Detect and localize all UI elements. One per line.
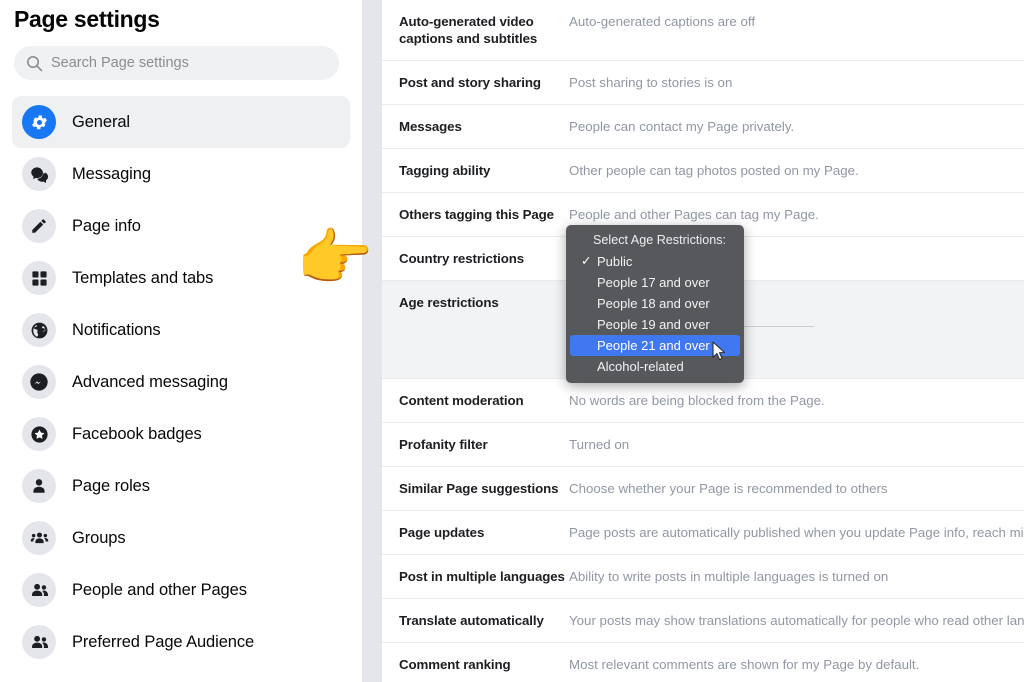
settings-row-label: Profanity filter [399, 437, 488, 452]
pencil-icon [22, 209, 56, 243]
two-people-icon [22, 625, 56, 659]
search-box[interactable] [14, 46, 339, 80]
dropdown-option-label: People 19 and over [597, 317, 710, 332]
settings-row-label: Age restrictions [399, 295, 499, 310]
settings-row-label: Post in multiple languages [399, 569, 565, 584]
sidebar-item-label: Page info [72, 216, 141, 235]
settings-row-label: Page updates [399, 525, 485, 540]
settings-row[interactable]: Post in multiple languages Ability to wri… [382, 555, 1024, 599]
check-icon: ✓ [581, 254, 592, 268]
sidebar-item-label: Advanced messaging [72, 372, 228, 391]
sidebar-item-label: Notifications [72, 320, 161, 339]
gear-icon [22, 105, 56, 139]
settings-row-value: Ability to write posts in multiple langu… [569, 569, 889, 584]
settings-sidebar: Page settings General Messaging Page info T… [0, 0, 362, 682]
dropdown-header: Select Age Restrictions: [593, 233, 726, 247]
messenger-icon [22, 365, 56, 399]
mouse-cursor [712, 341, 728, 368]
settings-row-label: Translate automatically [399, 613, 544, 628]
settings-row-label: Messages [399, 119, 462, 134]
settings-row-value: Auto-generated captions are off [569, 14, 756, 29]
sidebar-item-people-and-other-pages[interactable]: People and other Pages [12, 564, 350, 616]
page-title: Page settings [14, 6, 160, 32]
sidebar-item-facebook-badges[interactable]: Facebook badges [12, 408, 350, 460]
settings-row[interactable]: Messages People can contact my Page priva… [382, 105, 1024, 149]
sidebar-item-templates-and-tabs[interactable]: Templates and tabs [12, 252, 350, 304]
sidebar-nav: General Messaging Page info Templates and t… [0, 96, 362, 668]
settings-row-value: People and other Pages can tag my Page. [569, 207, 819, 222]
settings-row-label: Tagging ability [399, 163, 491, 178]
sidebar-item-label: Facebook badges [72, 424, 202, 443]
sidebar-item-label: Groups [72, 528, 126, 547]
dropdown-option-label: People 21 and over [597, 338, 710, 353]
sidebar-item-notifications[interactable]: Notifications [12, 304, 350, 356]
settings-row-value: Post sharing to stories is on [569, 75, 733, 90]
settings-row-label: Auto-generated video captions and subtit… [399, 14, 538, 46]
dropdown-option-people-17-and-over[interactable]: People 17 and over [570, 272, 740, 293]
sidebar-item-label: Preferred Page Audience [72, 632, 255, 651]
sidebar-item-page-roles[interactable]: Page roles [12, 460, 350, 512]
settings-row-value: Most relevant comments are shown for my … [569, 657, 920, 672]
settings-row[interactable]: Content moderation No words are being blo… [382, 379, 1024, 423]
page-settings-screen: Page settings General Messaging Page info T… [0, 0, 1024, 682]
settings-row[interactable]: Tagging ability Other people can tag phot… [382, 149, 1024, 193]
settings-row-value: People can contact my Page privately. [569, 119, 795, 134]
settings-row[interactable]: Translate automatically Your posts may sh… [382, 599, 1024, 643]
dropdown-option-public[interactable]: ✓ Public [570, 251, 740, 272]
dropdown-option-people-19-and-over[interactable]: People 19 and over [570, 314, 740, 335]
dropdown-option-people-18-and-over[interactable]: People 18 and over [570, 293, 740, 314]
sidebar-item-label: Messaging [72, 164, 151, 183]
search-icon [26, 55, 43, 72]
chat-bubble-icon [22, 157, 56, 191]
settings-row-label: Comment ranking [399, 657, 511, 672]
settings-row-value: No words are being blocked from the Page… [569, 393, 825, 408]
dropdown-option-label: People 18 and over [597, 296, 710, 311]
settings-row-label: Others tagging this Page [399, 207, 554, 222]
settings-row[interactable]: Post and story sharing Post sharing to st… [382, 61, 1024, 105]
settings-row-value: Choose whether your Page is recommended … [569, 481, 888, 496]
badge-star-icon [22, 417, 56, 451]
sidebar-item-advanced-messaging[interactable]: Advanced messaging [12, 356, 350, 408]
dropdown-option-label: People 17 and over [597, 275, 710, 290]
dropdown-option-label: Public [597, 254, 633, 269]
settings-row-value: Other people can tag photos posted on my… [569, 163, 859, 178]
sidebar-item-messaging[interactable]: Messaging [12, 148, 350, 200]
two-people-icon [22, 573, 56, 607]
settings-row-label: Country restrictions [399, 251, 525, 266]
settings-row[interactable]: Comment ranking Most relevant comments ar… [382, 643, 1024, 682]
sidebar-item-label: Templates and tabs [72, 268, 214, 287]
settings-row-label: Post and story sharing [399, 75, 541, 90]
settings-row-value: Turned on [569, 437, 630, 452]
globe-icon [22, 313, 56, 347]
sidebar-item-page-info[interactable]: Page info [12, 200, 350, 252]
sidebar-item-label: General [72, 112, 131, 131]
person-icon [22, 469, 56, 503]
settings-row-value: Page posts are automatically published w… [569, 525, 1024, 540]
settings-row[interactable]: Profanity filter Turned on [382, 423, 1024, 467]
sidebar-item-general[interactable]: General [12, 96, 350, 148]
settings-row[interactable]: Similar Page suggestions Choose whether y… [382, 467, 1024, 511]
dropdown-option-label: Alcohol-related [597, 359, 684, 374]
sidebar-content-divider [362, 0, 382, 682]
settings-row[interactable]: Page updates Page posts are automatically… [382, 511, 1024, 555]
sidebar-item-groups[interactable]: Groups [12, 512, 350, 564]
settings-row-label: Similar Page suggestions [399, 481, 559, 496]
search-input[interactable] [51, 55, 311, 71]
sidebar-item-label: People and other Pages [72, 580, 247, 599]
grid-icon [22, 261, 56, 295]
group-icon [22, 521, 56, 555]
settings-row-value: Your posts may show translations automat… [569, 613, 1024, 628]
settings-row[interactable]: Auto-generated video captions and subtit… [382, 0, 1024, 61]
sidebar-item-preferred-page-audience[interactable]: Preferred Page Audience [12, 616, 350, 668]
settings-row-label: Content moderation [399, 393, 524, 408]
sidebar-item-label: Page roles [72, 476, 150, 495]
